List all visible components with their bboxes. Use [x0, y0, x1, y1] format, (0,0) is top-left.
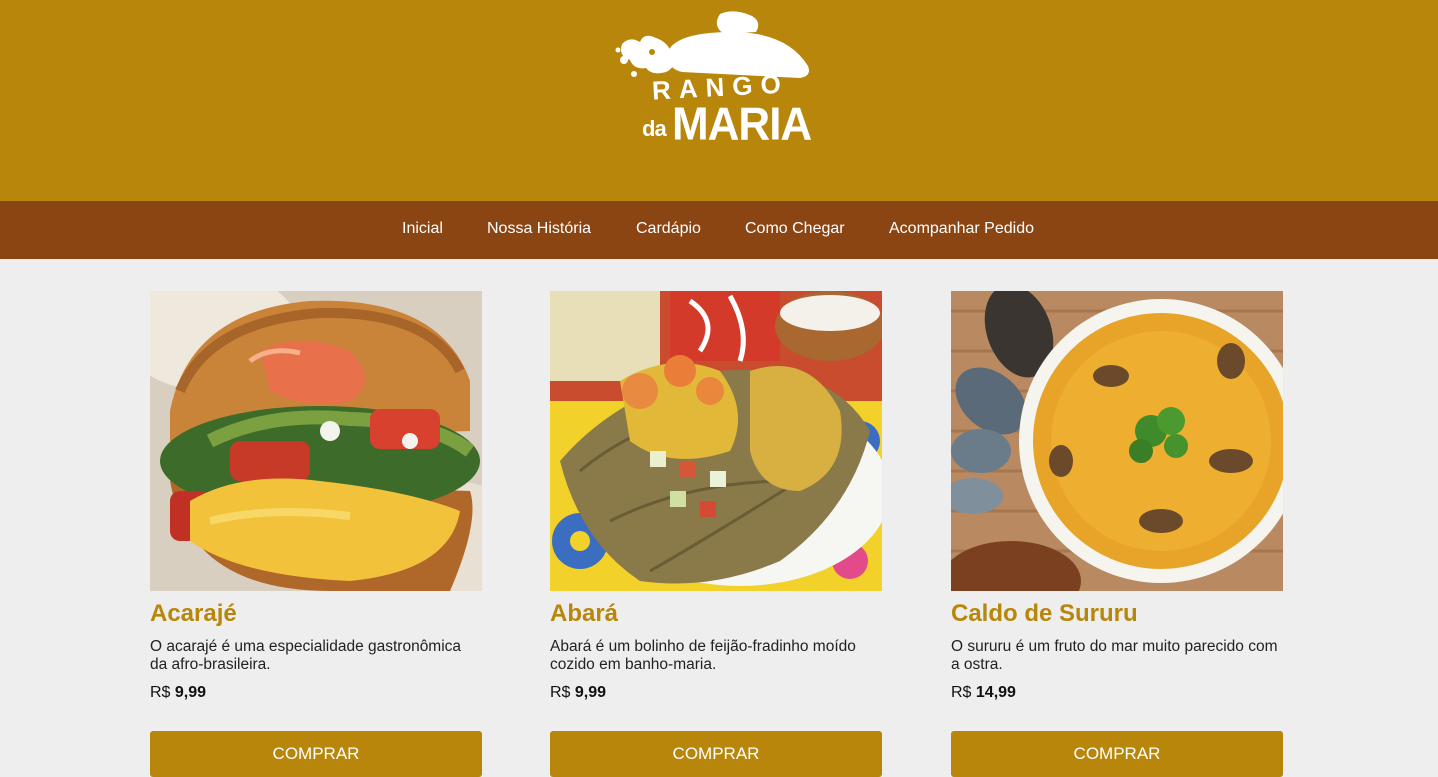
product-price: R$ 9,99 — [550, 684, 606, 702]
product-description: O acarajé é uma especialidade gastronômi… — [150, 638, 462, 673]
price-value: 9,99 — [574, 684, 607, 701]
price-currency: R$ — [150, 684, 171, 701]
rango-da-maria-logo[interactable]: RANGO da MARIA — [612, 8, 822, 158]
product-description: O sururu é um fruto do mar muito parecid… — [951, 638, 1278, 673]
nav-item-acompanhar-pedido[interactable]: Acompanhar Pedido — [889, 220, 1034, 238]
nav-item-inicial[interactable]: Inicial — [402, 220, 443, 238]
logo-text-da: da — [642, 116, 667, 141]
product-title: Caldo de Sururu — [951, 600, 1138, 627]
product-description: Abará é um bolinho de feijão-fradinho mo… — [550, 638, 856, 673]
main-nav: Inicial Nossa História Cardápio Como Che… — [0, 201, 1438, 259]
price-value: 9,99 — [174, 684, 207, 701]
product-price: R$ 14,99 — [951, 684, 1016, 702]
buy-button[interactable]: COMPRAR — [150, 731, 482, 777]
price-currency: R$ — [550, 684, 571, 701]
product-title: Abará — [550, 600, 619, 627]
buy-button[interactable]: COMPRAR — [550, 731, 882, 777]
nav-item-nossa-historia[interactable]: Nossa História — [487, 220, 591, 238]
buy-button[interactable]: COMPRAR — [951, 731, 1283, 777]
caldo-de-sururu-photo[interactable] — [951, 291, 1283, 591]
product-title: Acarajé — [150, 600, 237, 627]
acaraje-photo[interactable] — [150, 291, 482, 591]
price-value: 14,99 — [975, 684, 1016, 701]
price-currency: R$ — [951, 684, 972, 701]
logo-text-maria: MARIA — [672, 98, 812, 151]
nav-item-como-chegar[interactable]: Como Chegar — [745, 220, 845, 238]
nav-item-cardapio[interactable]: Cardápio — [636, 220, 701, 238]
product-price: R$ 9,99 — [150, 684, 206, 702]
abara-photo[interactable] — [550, 291, 882, 591]
site-header: RANGO da MARIA — [0, 0, 1438, 201]
